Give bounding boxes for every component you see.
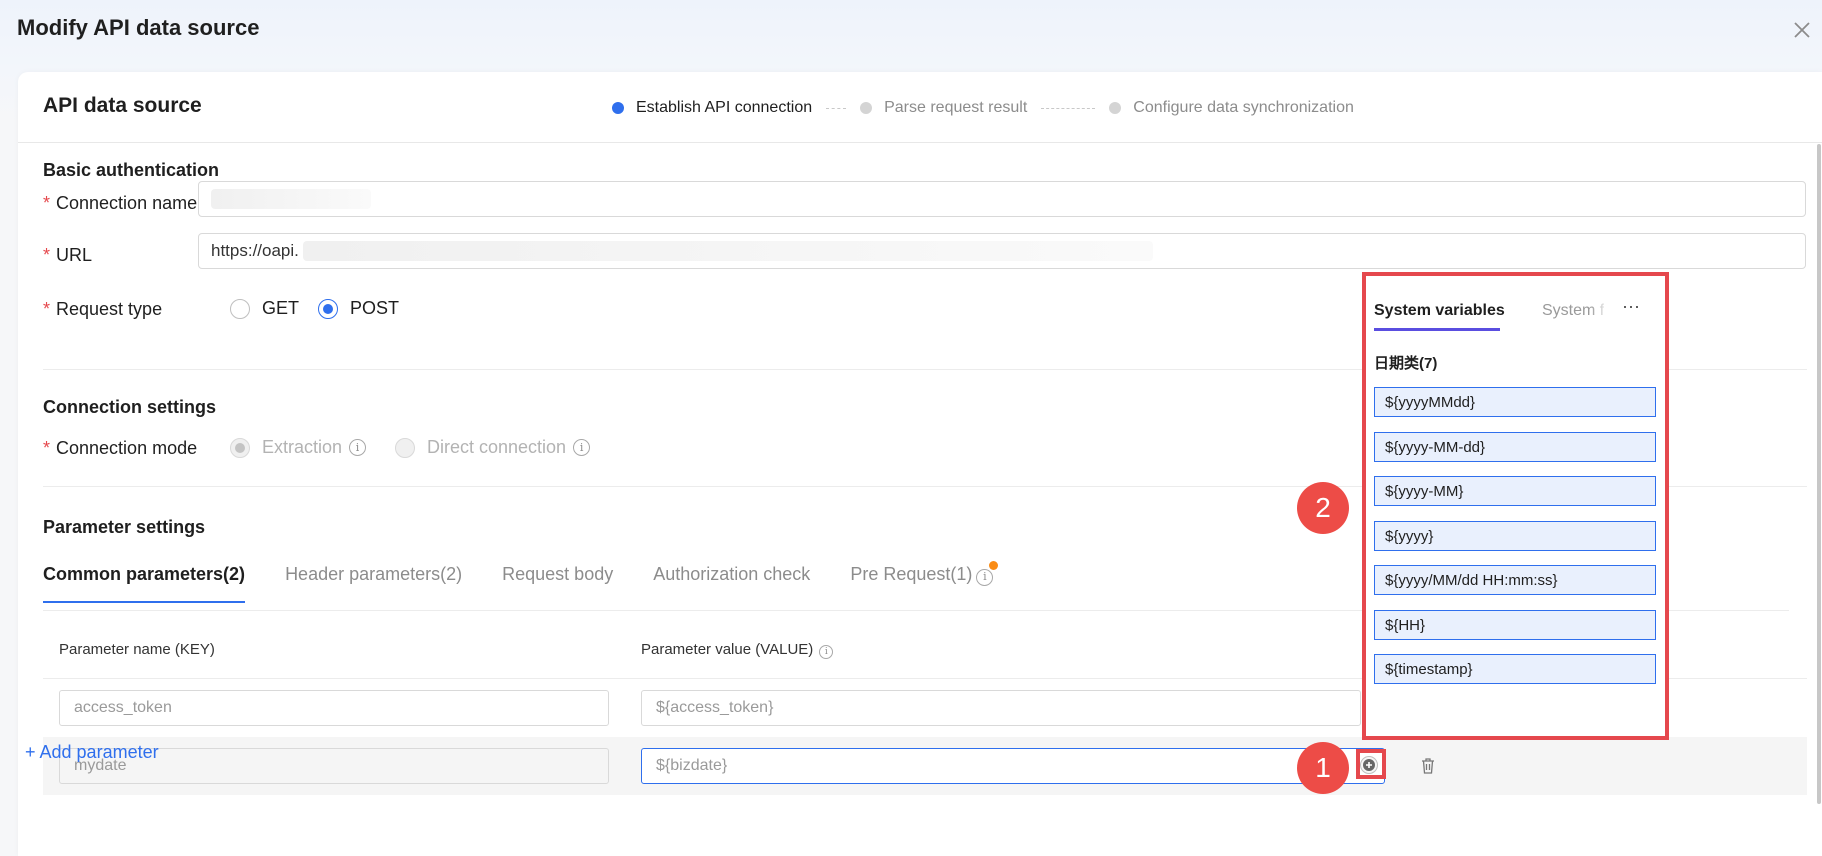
connection-name-label-text: Connection name: [56, 193, 198, 213]
add-parameter-link[interactable]: + Add parameter: [25, 742, 159, 763]
url-input[interactable]: https://oapi.: [198, 233, 1806, 269]
card-title: API data source: [43, 94, 202, 117]
variable-item[interactable]: ${yyyy/MM/dd HH:mm:ss}: [1374, 565, 1656, 595]
url-label-text: URL: [56, 245, 93, 265]
parameter-tabs: Common parameters(2) Header parameters(2…: [43, 559, 1042, 603]
connection-name-label: * Connection name: [43, 188, 197, 218]
info-icon[interactable]: i: [976, 568, 994, 586]
variable-item[interactable]: ${yyyy}: [1374, 521, 1656, 551]
column-header-value-text: Parameter value (VALUE): [641, 641, 814, 658]
column-header-value: Parameter value (VALUE) i: [641, 641, 834, 659]
radio-post-label: POST: [350, 298, 400, 318]
variable-item[interactable]: ${yyyy-MM}: [1374, 476, 1656, 506]
radio-circle[interactable]: [318, 298, 338, 319]
variable-item[interactable]: ${HH}: [1374, 610, 1656, 640]
step-configure: Configure data synchronization: [1109, 99, 1354, 117]
radio-direct-connection[interactable]: Direct connection i: [395, 437, 591, 458]
tab-common-parameters[interactable]: Common parameters(2): [43, 559, 246, 603]
param-value-input[interactable]: ${bizdate}: [641, 748, 1385, 784]
scrollbar[interactable]: [1816, 144, 1822, 856]
section-basic-authentication: Basic authentication: [43, 160, 220, 180]
step-parse: Parse request result: [860, 99, 1027, 117]
connection-mode-label-text: Connection mode: [56, 438, 198, 458]
tab-system-variables[interactable]: System variables: [1374, 302, 1505, 331]
radio-extraction-label: Extraction: [262, 437, 343, 457]
trash-icon: [1422, 758, 1434, 774]
notification-dot: [989, 561, 999, 570]
variable-item[interactable]: ${timestamp}: [1374, 654, 1656, 684]
step-establish: Establish API connection: [612, 99, 812, 117]
tab-pre-request[interactable]: Pre Request(1) i: [850, 559, 1002, 603]
tab-authorization-check[interactable]: Authorization check: [653, 559, 810, 603]
radio-get-label: GET: [262, 298, 300, 318]
card-header: API data source Establish API connection…: [18, 72, 1822, 143]
column-header-key: Parameter name (KEY): [59, 641, 215, 658]
close-icon: [1794, 22, 1810, 38]
annotation-highlight-box: [1356, 749, 1386, 779]
request-type-label-text: Request type: [56, 299, 163, 319]
required-mark: *: [43, 438, 51, 458]
connection-mode-label: * Connection mode: [43, 433, 197, 463]
step-dot: [1109, 102, 1122, 114]
step-connector: [826, 107, 847, 109]
tab-overflow-fade: [1590, 290, 1610, 338]
radio-circle[interactable]: [230, 437, 250, 458]
param-key-input[interactable]: access_token: [59, 690, 609, 726]
variables-popover: System variables System f ··· 日期类(7) ${y…: [1362, 272, 1669, 740]
popover-tabs: System variables System f ···: [1374, 290, 1664, 338]
annotation-marker-1: 1: [1297, 742, 1349, 794]
modal-header: Modify API data source: [0, 0, 1822, 70]
more-tabs-button[interactable]: ···: [1622, 296, 1640, 317]
info-icon[interactable]: i: [819, 645, 834, 659]
radio-get[interactable]: GET: [230, 298, 299, 319]
tab-pre-request-label: Pre Request(1): [850, 564, 973, 584]
radio-extraction[interactable]: Extraction i: [230, 437, 367, 458]
section-parameter-settings: Parameter settings: [43, 517, 206, 537]
url-label: * URL: [43, 240, 92, 270]
step-dot: [612, 102, 624, 114]
step-connector: [1041, 107, 1096, 109]
modal-title: Modify API data source: [17, 15, 260, 40]
annotation-marker-2: 2: [1297, 482, 1349, 534]
close-button[interactable]: [1788, 16, 1816, 44]
step-label: Configure data synchronization: [1133, 99, 1354, 116]
redacted-value: [302, 241, 1153, 261]
param-value-input[interactable]: ${access_token}: [641, 690, 1361, 726]
connection-name-input[interactable]: [198, 181, 1806, 217]
tab-request-body[interactable]: Request body: [502, 559, 613, 603]
radio-direct-label: Direct connection: [427, 437, 567, 457]
required-mark: *: [43, 299, 51, 319]
variable-category: 日期类(7): [1374, 355, 1438, 372]
request-type-label: * Request type: [43, 294, 162, 324]
radio-circle[interactable]: [395, 437, 415, 458]
tab-header-parameters[interactable]: Header parameters(2): [285, 559, 462, 603]
info-icon[interactable]: i: [349, 439, 367, 456]
step-label: Parse request result: [884, 99, 1028, 116]
required-mark: *: [43, 193, 51, 213]
scrollbar-thumb[interactable]: [1817, 144, 1821, 804]
required-mark: *: [43, 245, 51, 265]
variable-item[interactable]: ${yyyyMMdd}: [1374, 387, 1656, 417]
section-connection-settings: Connection settings: [43, 397, 217, 417]
variable-item[interactable]: ${yyyy-MM-dd}: [1374, 432, 1656, 462]
radio-post[interactable]: POST: [318, 298, 399, 319]
redacted-value: [211, 189, 371, 209]
radio-circle[interactable]: [230, 298, 250, 319]
step-label: Establish API connection: [636, 99, 813, 116]
url-value: https://oapi.: [211, 241, 299, 260]
info-icon[interactable]: i: [573, 439, 591, 456]
step-dot: [860, 102, 873, 114]
delete-row-button[interactable]: [1420, 757, 1436, 775]
steps-indicator: Establish API connection Parse request r…: [612, 96, 1354, 120]
